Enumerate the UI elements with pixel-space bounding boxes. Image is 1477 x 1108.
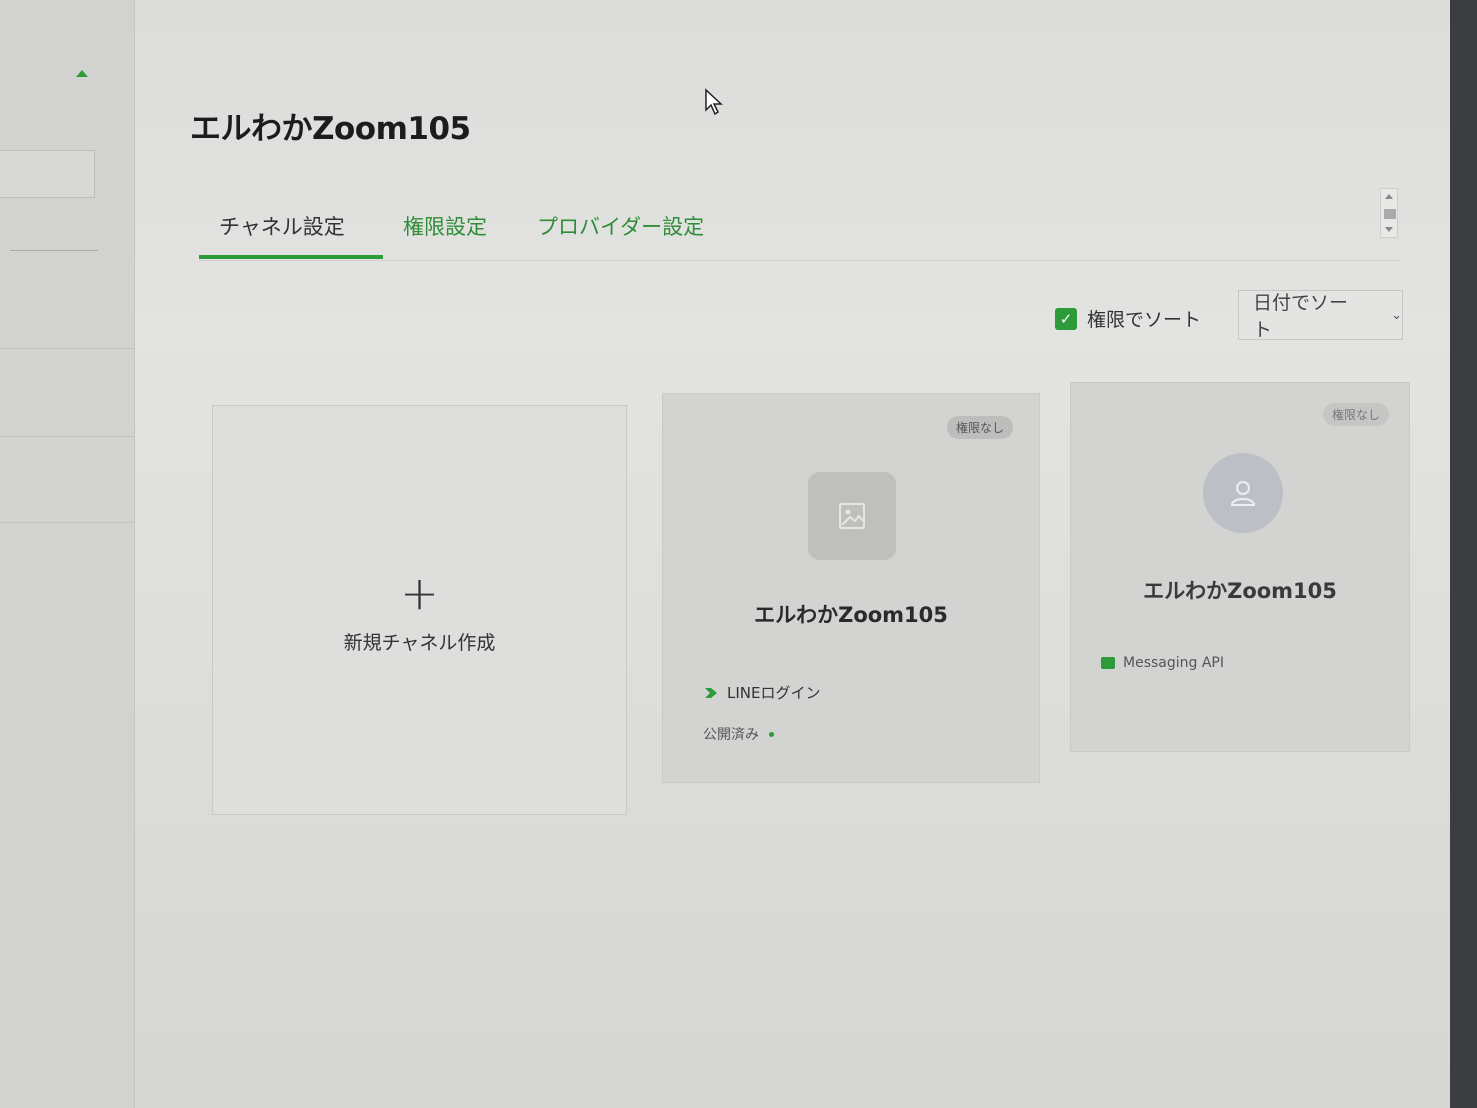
scroll-thumb[interactable] [1384,209,1396,219]
page-title: エルわかZoom105 [190,111,471,147]
message-icon [1101,657,1115,669]
scrollbar[interactable] [1380,188,1398,238]
sort-by-permission-label: 権限でソート [1087,309,1202,331]
sidebar-divider [0,436,135,437]
new-channel-label: 新規チャネル作成 [343,632,496,654]
login-arrow-icon [705,687,717,698]
mouse-cursor-icon [705,88,723,116]
tab-bar: チャネル設定 権限設定 プロバイダー設定 [199,205,1399,261]
plus-icon: + [400,566,439,620]
channel-name: エルわかZoom105 [1143,579,1337,603]
user-avatar-icon [1203,453,1283,533]
channel-type: LINEログイン [703,682,820,703]
tab-permission-settings[interactable]: 権限設定 [403,211,487,241]
channel-name: エルわかZoom105 [754,603,948,627]
channel-type: Messaging API [1101,655,1224,671]
sidebar-collapse-icon[interactable] [76,70,88,77]
tab-channel-settings[interactable]: チャネル設定 [219,211,345,241]
channel-type-label: Messaging API [1123,655,1224,671]
channel-card[interactable]: 権限なし エルわかZoom105 LINEログイン 公開済み [662,393,1040,783]
monitor-bezel [1450,0,1477,1108]
scroll-down-icon[interactable] [1385,227,1393,232]
scroll-up-icon[interactable] [1385,194,1393,199]
chevron-down-icon: ⌄ [1391,307,1402,323]
sort-select[interactable]: 日付でソート ⌄ [1238,290,1403,341]
channel-status-label: 公開済み [703,727,759,743]
sort-by-permission-checkbox[interactable]: ✓ 権限でソート [1055,305,1201,332]
permission-badge: 権限なし [1322,403,1389,426]
new-channel-card[interactable]: + 新規チャネル作成 [212,405,627,815]
channel-card[interactable]: 権限なし エルわかZoom105 Messaging API [1070,382,1410,752]
status-dot-icon [769,731,774,737]
active-tab-indicator [199,255,383,259]
sidebar-divider [0,348,135,349]
sidebar-search-field[interactable] [0,150,95,198]
permission-badge: 権限なし [946,416,1013,439]
channel-type-label: LINEログイン [727,684,821,702]
sidebar [0,0,135,1108]
sort-select-value: 日付でソート [1253,292,1349,341]
tab-provider-settings[interactable]: プロバイダー設定 [537,211,704,241]
main-content: エルわかZoom105 チャネル設定 権限設定 プロバイダー設定 ✓ 権限でソー… [135,0,1435,1108]
sidebar-divider [0,522,135,523]
channel-status: 公開済み [703,724,774,744]
image-placeholder-icon [808,472,896,560]
sidebar-divider [10,250,98,251]
checkmark-icon[interactable]: ✓ [1055,307,1077,330]
screen: エルわかZoom105 チャネル設定 権限設定 プロバイダー設定 ✓ 権限でソー… [0,0,1477,1108]
